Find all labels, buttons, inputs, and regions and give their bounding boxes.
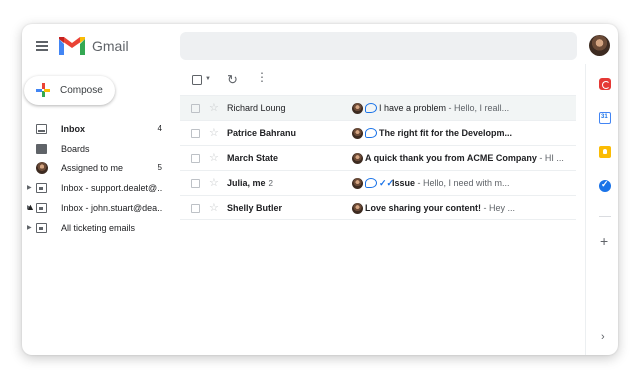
email-row[interactable]: ☆ Richard Loung I have a problem - Hello, … [180,95,576,120]
email-sender: Shelly Butler [227,203,285,213]
main-menu-icon[interactable] [36,41,48,51]
gmail-logo-icon [59,37,85,55]
sender-avatar [352,202,363,214]
sender-name: Patrice Bahranu [227,128,297,138]
refresh-icon[interactable]: ↻ [227,72,238,88]
sidebar-item-label: Inbox - support.dealet@... [61,183,163,193]
row-checkbox[interactable] [191,154,200,163]
star-icon[interactable]: ☆ [209,201,219,214]
shared-inbox-icon [36,203,47,213]
email-badges [352,152,365,164]
conversation-icon [365,178,377,188]
sidebar-item[interactable]: Inbox 4 [22,119,172,139]
conversation-icon [365,128,377,138]
avatar-icon [36,162,48,174]
star-icon[interactable]: ☆ [209,151,219,164]
tasks-icon[interactable] [599,179,611,192]
star-icon[interactable]: ☆ [209,176,219,189]
account-avatar[interactable] [589,35,610,56]
email-sender: March State [227,153,281,163]
row-checkbox[interactable] [191,179,200,188]
star-icon[interactable]: ☆ [209,126,219,139]
email-subject: Love sharing your content! [365,203,482,213]
sidebar-item-label: Inbox [61,124,85,134]
thread-count: 2 [268,179,273,188]
row-checkbox[interactable] [191,129,200,138]
email-badges [352,127,379,139]
sidebar-item-label: All ticketing emails [61,223,136,233]
email-badges [352,202,365,214]
app-brand-name: Gmail [92,38,129,54]
email-preview: - Hey ... [481,203,516,213]
star-icon[interactable]: ☆ [209,101,219,114]
sender-avatar [352,127,363,139]
email-preview: - Hello, I reall... [446,103,510,113]
email-row[interactable]: ☆ March State A quick thank you from ACME … [180,145,576,170]
sender-avatar [352,177,363,189]
email-snippet: A quick thank you from ACME Company - HI… [365,153,576,163]
email-snippet: I have a problem - Hello, I reall... [379,103,576,113]
sender-name: Shelly Butler [227,203,283,213]
email-preview: - Hello, I need with m... [415,178,510,188]
email-snippet: Love sharing your content! - Hey ... [365,203,576,213]
email-snippet: The right fit for the Developm... [379,128,576,138]
rail-separator [599,216,611,217]
sidebar-item-label: Inbox - john.stuart@dea... [61,203,163,213]
email-subject: The right fit for the Developm... [379,128,513,138]
compose-button[interactable]: Compose [24,76,115,105]
boards-icon [36,144,47,154]
email-sender: Patrice Bahranu [227,128,299,138]
sender-name: March State [227,153,279,163]
row-checkbox[interactable] [191,204,200,213]
gmail-window: Gmail Compose Inbox 4 Boards Assigned to me… [22,24,618,355]
email-subject: I have a problem [379,103,447,113]
sidebar-item-label: Boards [61,144,90,154]
email-row[interactable]: ☆ Patrice Bahranu The right fit for the De… [180,120,576,145]
email-badges [352,102,379,114]
compose-plus-icon [36,83,50,97]
conversation-icon [365,103,377,113]
rail-divider [585,64,586,355]
sidebar-item[interactable]: Boards [22,139,172,159]
sender-name: Julia, me [227,178,266,188]
row-checkbox[interactable] [191,104,200,113]
email-subject: A quick thank you from ACME Company [365,153,537,163]
email-preview: - HI ... [536,153,564,163]
sidebar-item[interactable]: ▶ Inbox - support.dealet@... [22,178,172,198]
sidebar-item[interactable]: Assigned to me 5 [22,158,172,178]
calendar-day: 31 [601,114,608,120]
shared-inbox-icon [36,183,47,193]
email-snippet: Issue - Hello, I need with m... [392,178,576,188]
shared-inbox-icon [36,223,47,233]
sender-avatar [352,152,363,164]
more-options-icon[interactable]: ⋮ [256,71,268,83]
email-row[interactable]: ☆ Julia, me 2 ✓✓ Issue - Hello, I need with … [180,170,576,195]
search-bar[interactable] [180,32,577,60]
select-all-checkbox[interactable] [192,75,202,85]
select-dropdown-icon[interactable]: ▼ [205,76,211,82]
sender-name: Richard Loung [227,103,286,113]
expand-panel-icon[interactable]: › [601,331,605,343]
email-sender: Julia, me 2 [227,178,273,188]
sidebar-item[interactable]: ▶ All ticketing emails [22,218,172,238]
mouse-cursor-icon: ▲ [26,202,35,212]
email-badges: ✓✓ [352,177,397,189]
sidebar-item[interactable]: ▶ Inbox - john.stuart@dea... [22,198,172,218]
sidebar-item-count: 4 [157,124,162,133]
compose-label: Compose [60,85,103,96]
sidebar-item-label: Assigned to me [61,163,124,173]
keep-icon[interactable] [599,146,611,158]
calendar-icon[interactable]: 31 [599,112,611,124]
add-addon-icon[interactable]: + [600,234,608,248]
sidebar-item-count: 5 [157,163,162,172]
email-row[interactable]: ☆ Shelly Butler Love sharing your content!… [180,195,576,220]
addon-red-icon[interactable] [599,78,611,90]
expand-arrow-icon[interactable]: ▶ [27,184,32,191]
email-subject: Issue [392,178,416,188]
sender-avatar [352,102,363,114]
email-sender: Richard Loung [227,103,289,113]
inbox-icon [36,124,47,134]
expand-arrow-icon[interactable]: ▶ [27,224,32,231]
